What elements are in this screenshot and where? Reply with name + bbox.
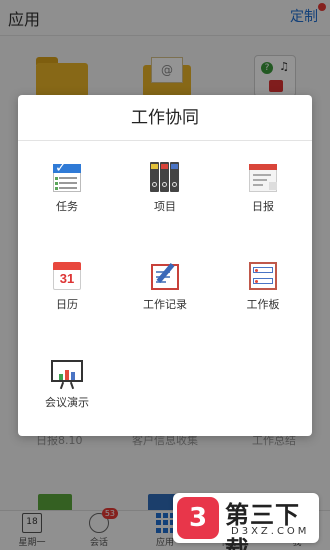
app-item-project[interactable]: 项目 [120, 162, 210, 214]
app-item-calendar[interactable]: 31 日历 [22, 260, 112, 312]
project-binders-icon [149, 162, 181, 192]
app-item-presentation[interactable]: 会议演示 [22, 358, 112, 410]
app-item-label: 工作记录 [143, 298, 187, 311]
work-board-icon [247, 260, 279, 290]
dialog-title: 工作协同 [18, 95, 312, 141]
presentation-icon [51, 358, 83, 390]
task-icon: ✓ [51, 160, 83, 192]
work-record-icon [149, 260, 181, 290]
app-item-work-record[interactable]: 工作记录 [120, 260, 210, 312]
brand-site: D3XZ.COM [231, 526, 310, 537]
daily-report-icon [247, 162, 279, 192]
app-item-label: 工作板 [246, 298, 280, 311]
app-item-label: 任务 [56, 200, 78, 213]
brand-name: 第三下载 [225, 501, 300, 550]
app-item-label: 项目 [154, 200, 176, 213]
brand-logo-icon: 3 [177, 497, 219, 539]
app-item-label: 会议演示 [45, 396, 89, 409]
app-item-label: 日报 [252, 200, 274, 213]
work-collab-dialog: 工作协同 ✓ 任务 项目 日报 31 日历 工作记录 工作板 会议演示 [18, 95, 312, 436]
watermark-logo: 3 第三下载 D3XZ.COM [173, 493, 319, 550]
app-item-daily-report[interactable]: 日报 [218, 162, 308, 214]
app-item-label: 日历 [56, 298, 78, 311]
calendar-day: 31 [59, 271, 75, 286]
app-item-work-board[interactable]: 工作板 [218, 260, 308, 312]
calendar-icon: 31 [51, 260, 83, 290]
app-item-task[interactable]: ✓ 任务 [22, 160, 112, 214]
